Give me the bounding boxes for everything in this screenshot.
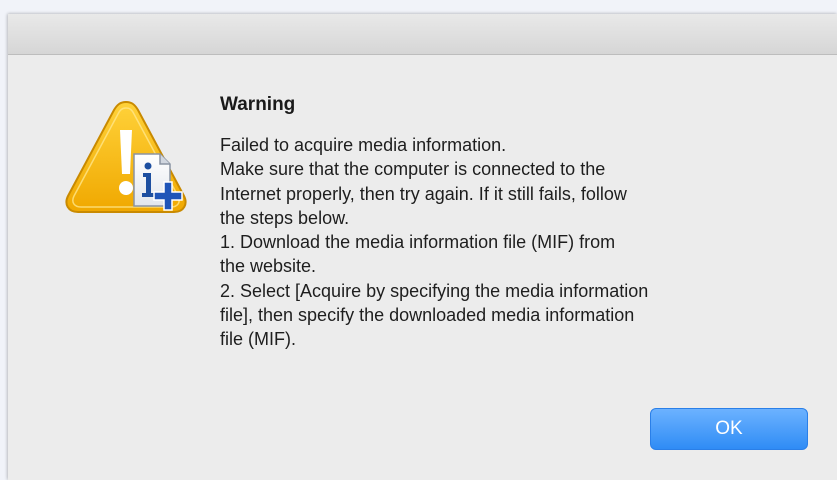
warning-dialog: Warning Failed to acquire media informat… <box>8 14 837 480</box>
message-line: Internet properly, then try again. If it… <box>220 183 627 204</box>
dialog-message: Failed to acquire media information. Mak… <box>220 133 810 352</box>
dialog-content: Warning Failed to acquire media informat… <box>220 94 810 352</box>
message-line: the steps below. <box>220 207 350 228</box>
message-line: 1. Download the media information file (… <box>220 232 616 253</box>
message-line: Failed to acquire media information. <box>220 135 507 155</box>
message-line: the website. <box>220 256 317 277</box>
warning-info-add-icon <box>65 100 187 213</box>
dialog-title: Warning <box>220 94 296 115</box>
message-line: file], then specify the downloaded media… <box>220 305 635 326</box>
dialog-titlebar[interactable] <box>8 14 837 55</box>
message-line: Make sure that the computer is connected… <box>220 159 606 180</box>
message-line: file (MIF). <box>220 329 296 350</box>
message-line: 2. Select [Acquire by specifying the med… <box>220 280 649 301</box>
ok-button[interactable]: OK <box>650 408 808 450</box>
